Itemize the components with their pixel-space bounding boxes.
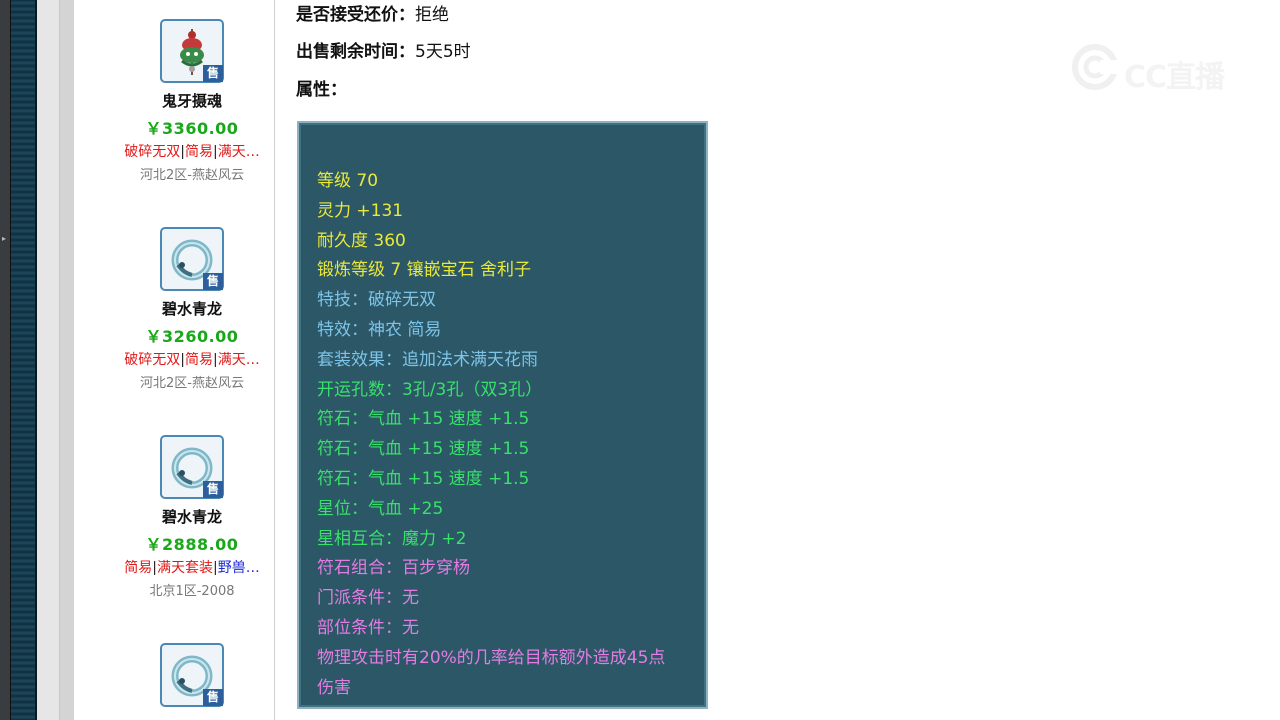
item-name[interactable]: 碧水青龙: [110, 298, 274, 318]
sell-badge: 售: [203, 273, 223, 290]
attribute-line: 灵力 +131: [317, 200, 404, 221]
collapse-arrow-icon[interactable]: ▸: [2, 234, 6, 243]
sell-badge: 售: [203, 481, 223, 498]
sell-badge: 售: [203, 65, 223, 82]
item-server: 河北2区-燕赵风云: [140, 168, 244, 183]
window-left-edge: ▸: [0, 0, 11, 720]
item-tag[interactable]: 破碎无双: [124, 352, 180, 367]
time-left-row: 出售剩余时间：5天5时: [296, 37, 471, 62]
item-name[interactable]: 鬼牙摄魂: [110, 90, 274, 110]
item-tag[interactable]: 满天…: [218, 352, 260, 367]
time-left-value: 5天5时: [415, 42, 471, 62]
item-tag[interactable]: 野兽…: [218, 560, 260, 575]
background-stripe: [11, 0, 37, 720]
attribute-line: 特技：破碎无双: [317, 290, 436, 311]
item-server: 北京1区-2008: [149, 584, 235, 599]
page-margin: [60, 0, 74, 720]
item-price: ￥2888.00: [145, 535, 239, 554]
attribute-line: 星位：气血 +25: [317, 498, 444, 519]
attribute-line: 开运孔数：3孔/3孔（双3孔）: [317, 379, 543, 400]
watermark-large-text: CC直播: [1124, 60, 1225, 95]
list-panel-spacer: [75, 0, 111, 720]
item-server: 河北2区-燕赵风云: [140, 376, 244, 391]
item-price: ￥3260.00: [145, 327, 239, 346]
item-tag[interactable]: 破碎无双: [124, 144, 180, 159]
sell-badge: 售: [203, 689, 223, 706]
item-thumbnail[interactable]: 售: [160, 19, 224, 83]
attribute-line: 物理攻击时有20%的几率给目标额外造成45点: [317, 647, 666, 668]
attribute-line: 符石组合：百步穿杨: [317, 558, 470, 579]
item-tag[interactable]: 简易: [185, 352, 213, 367]
counter-offer-row: 是否接受还价：拒绝: [296, 0, 449, 25]
scroll-gutter[interactable]: [37, 0, 60, 720]
counter-offer-value: 拒绝: [415, 5, 449, 25]
item-tags: 破碎无双|简易|满天…: [124, 352, 260, 367]
attribute-line: 符石：气血 +15 速度 +1.5: [317, 439, 530, 460]
attribute-line: 锻炼等级 7 镶嵌宝石 舍利子: [317, 260, 532, 281]
cc-logo-icon: ◉: [1198, 13, 1211, 29]
item-tags: 破碎无双|简易|满天…: [124, 144, 260, 159]
cc-logo-icon: [1072, 44, 1120, 90]
attribute-line: 门派条件：无: [317, 588, 419, 609]
time-left-label: 出售剩余时间：: [296, 42, 415, 62]
item-thumbnail[interactable]: 售: [160, 227, 224, 291]
attribute-line: 星相互合：魔力 +2: [317, 528, 467, 549]
attribute-line: 符石：气血 +15 速度 +1.5: [317, 469, 530, 489]
item-thumbnail[interactable]: 售: [160, 435, 224, 499]
item-tag[interactable]: 满天…: [218, 144, 260, 159]
watermark-small: ◉ CC直播: [1198, 10, 1264, 30]
attribute-line: 套装效果：追加法术满天花雨: [317, 349, 538, 370]
list-item[interactable]: 售: [110, 643, 274, 707]
attribute-line: 等级 70: [317, 171, 379, 191]
attribute-line: 伤害: [317, 677, 351, 698]
list-item[interactable]: 售 碧水青龙 ￥2888.00 简易|满天套装|野兽… 北京1区-2008: [110, 435, 274, 599]
attributes-row: 属性：: [296, 75, 347, 100]
attribute-line: 部位条件：无: [317, 618, 419, 638]
attribute-line: 符石：气血 +15 速度 +1.5: [317, 409, 530, 430]
item-tag[interactable]: 满天套装: [157, 560, 213, 575]
item-list: 售 鬼牙摄魂 ￥3360.00 破碎无双|简易|满天… 河北2区-燕赵风云 售 …: [110, 0, 275, 720]
attributes-label: 属性：: [296, 80, 347, 100]
item-tags: 简易|满天套装|野兽…: [124, 560, 260, 575]
attribute-line: 特效：神农 简易: [317, 320, 442, 340]
watermark-large: CC直播: [1070, 42, 1250, 95]
item-name[interactable]: 碧水青龙: [110, 506, 274, 526]
item-tag[interactable]: 简易: [185, 144, 213, 159]
counter-offer-label: 是否接受还价：: [296, 5, 415, 25]
item-price: ￥3360.00: [145, 119, 239, 138]
list-item[interactable]: 售 碧水青龙 ￥3260.00 破碎无双|简易|满天… 河北2区-燕赵风云: [110, 227, 274, 391]
watermark-small-text: CC直播: [1215, 13, 1264, 29]
attribute-line: 耐久度 360: [317, 230, 406, 251]
item-tag[interactable]: 简易: [124, 560, 152, 575]
attributes-box: 等级 70 灵力 +131 耐久度 360 锻炼等级 7 镶嵌宝石 舍利子 特技：破碎无…: [297, 121, 708, 709]
item-thumbnail[interactable]: 售: [160, 643, 224, 707]
list-item[interactable]: 售 鬼牙摄魂 ￥3360.00 破碎无双|简易|满天… 河北2区-燕赵风云: [110, 19, 274, 183]
